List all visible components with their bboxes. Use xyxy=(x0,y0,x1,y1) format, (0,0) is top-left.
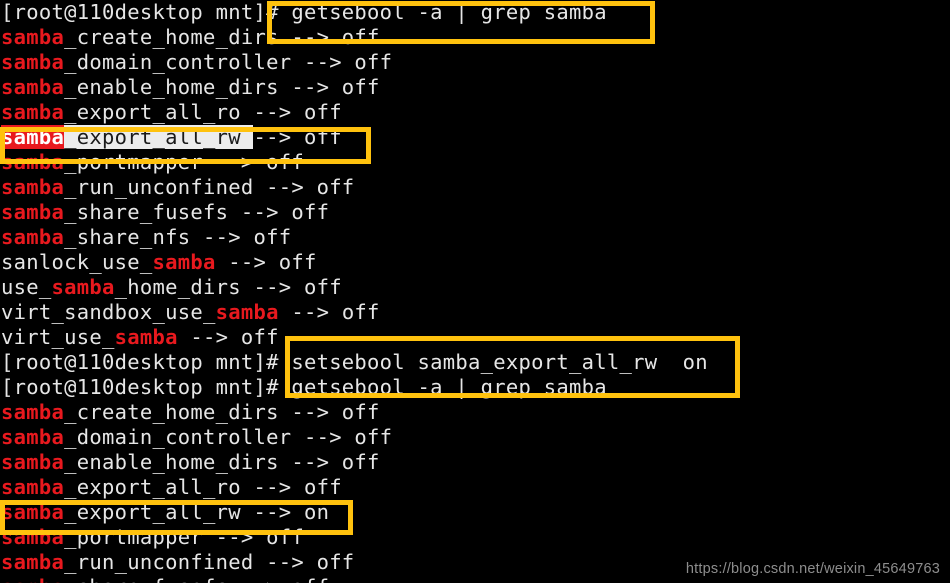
terminal-screen: [root@110desktop mnt]# getsebool -a | gr… xyxy=(0,0,950,583)
boolean-text: --> off xyxy=(177,325,279,349)
grep-match: samba xyxy=(1,100,65,124)
terminal-line[interactable]: samba_enable_home_dirs --> off xyxy=(0,450,950,475)
grep-match: samba xyxy=(1,25,65,49)
grep-match: samba xyxy=(1,150,65,174)
grep-match: samba xyxy=(51,275,115,299)
shell-command: # setsebool samba_export_all_rw on xyxy=(266,350,708,374)
grep-match: samba xyxy=(1,175,65,199)
grep-match: samba xyxy=(1,475,65,499)
terminal-line[interactable]: samba_export_all_ro --> off xyxy=(0,475,950,500)
terminal-line[interactable]: samba_export_all_rw --> on xyxy=(0,500,950,525)
grep-match: samba xyxy=(1,425,65,449)
boolean-text: _create_home_dirs --> off xyxy=(64,400,380,424)
grep-match: samba xyxy=(152,250,216,274)
boolean-text: _run_unconfined --> off xyxy=(64,550,355,574)
boolean-prefix: virt_use_ xyxy=(1,325,115,349)
terminal-line[interactable]: samba_portmapper --> off xyxy=(0,525,950,550)
grep-match: samba xyxy=(1,200,65,224)
boolean-prefix: sanlock_use_ xyxy=(1,250,153,274)
boolean-text: _export_all_rw --> on xyxy=(64,500,330,524)
terminal-line[interactable]: virt_sandbox_use_samba --> off xyxy=(0,300,950,325)
shell-prompt: [root@110desktop mnt] xyxy=(1,350,267,374)
boolean-text: --> off xyxy=(253,125,342,149)
shell-command: # getsebool -a | grep samba xyxy=(266,375,607,399)
terminal-line[interactable]: [root@110desktop mnt]# setsebool samba_e… xyxy=(0,350,950,375)
boolean-text: --> off xyxy=(278,300,380,324)
terminal-line[interactable]: virt_use_samba --> off xyxy=(0,325,950,350)
terminal-line[interactable]: [root@110desktop mnt]# getsebool -a | gr… xyxy=(0,375,950,400)
boolean-text: _export_all_ro --> off xyxy=(64,100,342,124)
boolean-text: _portmapper --> off xyxy=(64,525,304,549)
boolean-prefix: virt_sandbox_use_ xyxy=(1,300,216,324)
boolean-text: _home_dirs --> off xyxy=(114,275,342,299)
terminal-line[interactable]: samba_domain_controller --> off xyxy=(0,50,950,75)
boolean-text: _enable_home_dirs --> off xyxy=(64,75,380,99)
grep-match: samba xyxy=(1,225,65,249)
boolean-text: _domain_controller --> off xyxy=(64,50,393,74)
terminal-line[interactable]: samba_enable_home_dirs --> off xyxy=(0,75,950,100)
terminal-line[interactable]: samba_run_unconfined --> off xyxy=(0,175,950,200)
boolean-text: _export_all_ro --> off xyxy=(64,475,342,499)
shell-prompt: [root@110desktop mnt] xyxy=(1,375,267,399)
terminal-line[interactable]: samba_create_home_dirs --> off xyxy=(0,25,950,50)
terminal-line[interactable]: sanlock_use_samba --> off xyxy=(0,250,950,275)
grep-match: samba xyxy=(215,300,279,324)
grep-match: samba xyxy=(1,550,65,574)
selected-text: _export_all_rw xyxy=(64,125,254,149)
shell-command: # getsebool -a | grep samba xyxy=(266,0,607,24)
boolean-text: _create_home_dirs --> off xyxy=(64,25,380,49)
grep-match: samba xyxy=(1,400,65,424)
grep-match: samba xyxy=(1,75,65,99)
terminal-line[interactable]: samba_share_fusefs --> off xyxy=(0,200,950,225)
terminal-line[interactable]: [root@110desktop mnt]# getsebool -a | gr… xyxy=(0,0,950,25)
grep-match: samba xyxy=(114,325,178,349)
shell-prompt: [root@110desktop mnt] xyxy=(1,0,267,24)
grep-match: samba xyxy=(1,525,65,549)
terminal-line[interactable]: samba_portmapper --> off xyxy=(0,150,950,175)
grep-match-selected: samba xyxy=(1,125,65,149)
boolean-text: _domain_controller --> off xyxy=(64,425,393,449)
boolean-text: --> off xyxy=(215,250,317,274)
boolean-text: _portmapper --> off xyxy=(64,150,304,174)
boolean-prefix: use_ xyxy=(1,275,52,299)
terminal-line[interactable]: samba_domain_controller --> off xyxy=(0,425,950,450)
terminal-line[interactable]: use_samba_home_dirs --> off xyxy=(0,275,950,300)
boolean-text: _run_unconfined --> off xyxy=(64,175,355,199)
watermark: https://blog.csdn.net/weixin_45649763 xyxy=(685,561,940,577)
grep-match: samba xyxy=(1,450,65,474)
grep-match: samba xyxy=(1,50,65,74)
boolean-text: _enable_home_dirs --> off xyxy=(64,450,380,474)
terminal-line[interactable]: samba_share_nfs --> off xyxy=(0,225,950,250)
terminal-line[interactable]: samba_create_home_dirs --> off xyxy=(0,400,950,425)
boolean-text: _share_nfs --> off xyxy=(64,225,292,249)
boolean-text: _share_fusefs --> off xyxy=(64,575,329,583)
boolean-text: _share_fusefs --> off xyxy=(64,200,330,224)
grep-match: samba xyxy=(1,500,65,524)
terminal-output[interactable]: [root@110desktop mnt]# getsebool -a | gr… xyxy=(0,0,950,583)
grep-match: samba xyxy=(1,575,64,583)
terminal-line[interactable]: samba_export_all_rw --> off xyxy=(0,125,950,150)
terminal-line[interactable]: samba_export_all_ro --> off xyxy=(0,100,950,125)
